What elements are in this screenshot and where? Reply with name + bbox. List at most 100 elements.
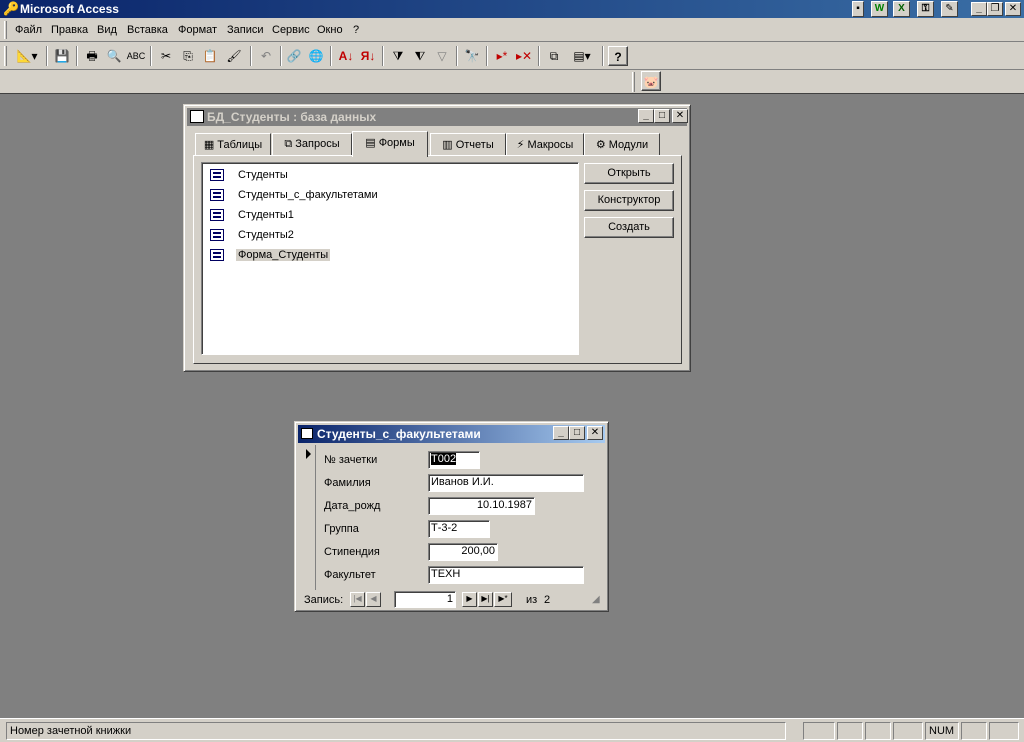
print-icon[interactable]: 🖶: [82, 46, 102, 66]
previous-record-button[interactable]: ◀: [366, 592, 381, 607]
design-button[interactable]: Конструктор: [584, 190, 674, 211]
record-label: Запись:: [304, 594, 344, 606]
close-button[interactable]: ✕: [1005, 2, 1021, 16]
cut-icon[interactable]: ✂: [156, 46, 176, 66]
status-panel: [803, 722, 835, 740]
form-minimize-button[interactable]: _: [553, 426, 569, 440]
list-item-selected[interactable]: Форма_Студенты: [210, 246, 331, 264]
open-button[interactable]: Открыть: [584, 163, 674, 184]
app-title: Microsoft Access: [20, 2, 119, 16]
list-item[interactable]: Студенты2: [210, 226, 296, 244]
surname-label: Фамилия: [324, 477, 371, 489]
undo-icon[interactable]: ↶: [256, 46, 276, 66]
database-window-icon[interactable]: ⧉: [544, 46, 564, 66]
record-navigation-bar: Запись: |◀ ◀ 1 ▶ ▶| ▶* из 2 ◢: [302, 591, 607, 609]
minimize-button[interactable]: _: [971, 2, 987, 16]
menu-help[interactable]: ?: [353, 24, 359, 36]
copy-icon[interactable]: ⎘: [178, 46, 198, 66]
form-icon: [210, 209, 224, 222]
db-maximize-button[interactable]: □: [654, 109, 670, 123]
db-minimize-button[interactable]: _: [638, 109, 654, 123]
menu-tools[interactable]: Сервис: [272, 24, 310, 36]
menu-grip: [4, 21, 7, 39]
sort-ascending-icon[interactable]: A↓: [336, 46, 356, 66]
form-icon: [210, 169, 224, 182]
group-label: Группа: [324, 523, 359, 535]
tab-macros[interactable]: ⚡ Макросы: [506, 133, 584, 155]
toolbar-separator: [538, 46, 540, 66]
tab-tables[interactable]: ▦ Таблицы: [195, 133, 271, 155]
form-window-title-bar: Студенты_с_факультетами _ □ ✕: [298, 425, 605, 443]
new-record-icon[interactable]: ▸*: [492, 46, 512, 66]
db-close-button[interactable]: ✕: [672, 109, 688, 123]
view-icon[interactable]: 📐▾: [12, 46, 42, 66]
gradebook-label: № зачетки: [324, 454, 378, 466]
last-record-button[interactable]: ▶|: [478, 592, 493, 607]
tab-queries[interactable]: ⧉ Запросы: [272, 133, 352, 155]
menu-insert[interactable]: Вставка: [127, 24, 168, 36]
menu-records[interactable]: Записи: [227, 24, 264, 36]
app-title-bar: 🔑 Microsoft Access ▪ W X ⚿ ✎ _ ❐ ✕: [0, 0, 1024, 18]
birthdate-field[interactable]: 10.10.1987: [428, 497, 535, 515]
form-close-button[interactable]: ✕: [587, 426, 603, 440]
menu-format[interactable]: Формат: [178, 24, 217, 36]
list-item[interactable]: Студенты1: [210, 206, 296, 224]
group-field[interactable]: Т-3-2: [428, 520, 490, 538]
filter-form-icon[interactable]: ⧨: [410, 46, 430, 66]
current-record-field[interactable]: 1: [394, 591, 456, 608]
tab-modules[interactable]: ⚙ Модули: [584, 133, 660, 155]
apply-filter-icon[interactable]: ▽: [432, 46, 452, 66]
find-icon[interactable]: 🔭: [462, 46, 482, 66]
new-record-nav-button[interactable]: ▶*: [494, 592, 512, 607]
resize-grip-icon[interactable]: ◢: [592, 594, 600, 605]
restore-button[interactable]: ❐: [987, 2, 1003, 16]
surname-field[interactable]: Иванов И.И.: [428, 474, 584, 492]
web-icon[interactable]: 🌐: [306, 46, 326, 66]
format-painter-icon[interactable]: 🖌: [224, 46, 244, 66]
preview-icon[interactable]: 🔍: [104, 46, 124, 66]
delete-record-icon[interactable]: ▸✕: [514, 46, 534, 66]
access-key-icon[interactable]: ⚿: [917, 1, 934, 17]
list-item[interactable]: Студенты_с_факультетами: [210, 186, 380, 204]
toolbar-separator: [150, 46, 152, 66]
piggy-bank-icon[interactable]: 🐷: [641, 71, 661, 91]
module-icon: ⚙: [595, 139, 609, 151]
spelling-icon[interactable]: ABC: [126, 46, 146, 66]
form-icon: [210, 249, 224, 262]
word-icon[interactable]: W: [871, 1, 888, 17]
forms-list[interactable]: Студенты Студенты_с_факультетами Студент…: [201, 162, 579, 355]
menu-view[interactable]: Вид: [97, 24, 117, 36]
office-assistant-icon[interactable]: ✎: [941, 1, 958, 17]
record-selector[interactable]: [302, 445, 316, 590]
toolbar-separator: [330, 46, 332, 66]
tab-reports[interactable]: ▥ Отчеты: [430, 133, 506, 155]
faculty-field[interactable]: ТЕХН: [428, 566, 584, 584]
toolbar-separator: [602, 46, 604, 66]
gradebook-field[interactable]: T002: [428, 451, 480, 469]
menu-bar: Файл Правка Вид Вставка Формат Записи Се…: [0, 18, 1024, 42]
sort-descending-icon[interactable]: Я↓: [358, 46, 378, 66]
stipend-field[interactable]: 200,00: [428, 543, 498, 561]
stipend-label: Стипендия: [324, 546, 380, 558]
save-icon[interactable]: 💾: [52, 46, 72, 66]
menu-edit[interactable]: Правка: [51, 24, 88, 36]
office-color-icon[interactable]: ▪: [852, 1, 864, 17]
excel-icon[interactable]: X: [893, 1, 910, 17]
status-bar: Номер зачетной книжки NUM: [0, 718, 1024, 742]
first-record-button[interactable]: |◀: [350, 592, 365, 607]
hyperlink-icon[interactable]: 🔗: [284, 46, 304, 66]
next-record-button[interactable]: ▶: [462, 592, 477, 607]
toolbar-separator: [486, 46, 488, 66]
list-item[interactable]: Студенты: [210, 166, 290, 184]
faculty-label: Факультет: [324, 569, 376, 581]
create-button[interactable]: Создать: [584, 217, 674, 238]
tab-forms[interactable]: ▤ Формы: [352, 131, 428, 157]
menu-file[interactable]: Файл: [15, 24, 42, 36]
status-panel: [961, 722, 987, 740]
form-maximize-button[interactable]: □: [569, 426, 585, 440]
menu-window[interactable]: Окно: [317, 24, 343, 36]
paste-icon[interactable]: 📋: [200, 46, 220, 66]
filter-selection-icon[interactable]: ⧩: [388, 46, 408, 66]
help-icon[interactable]: ?: [608, 46, 628, 66]
new-object-icon[interactable]: ▤▾: [566, 46, 598, 66]
